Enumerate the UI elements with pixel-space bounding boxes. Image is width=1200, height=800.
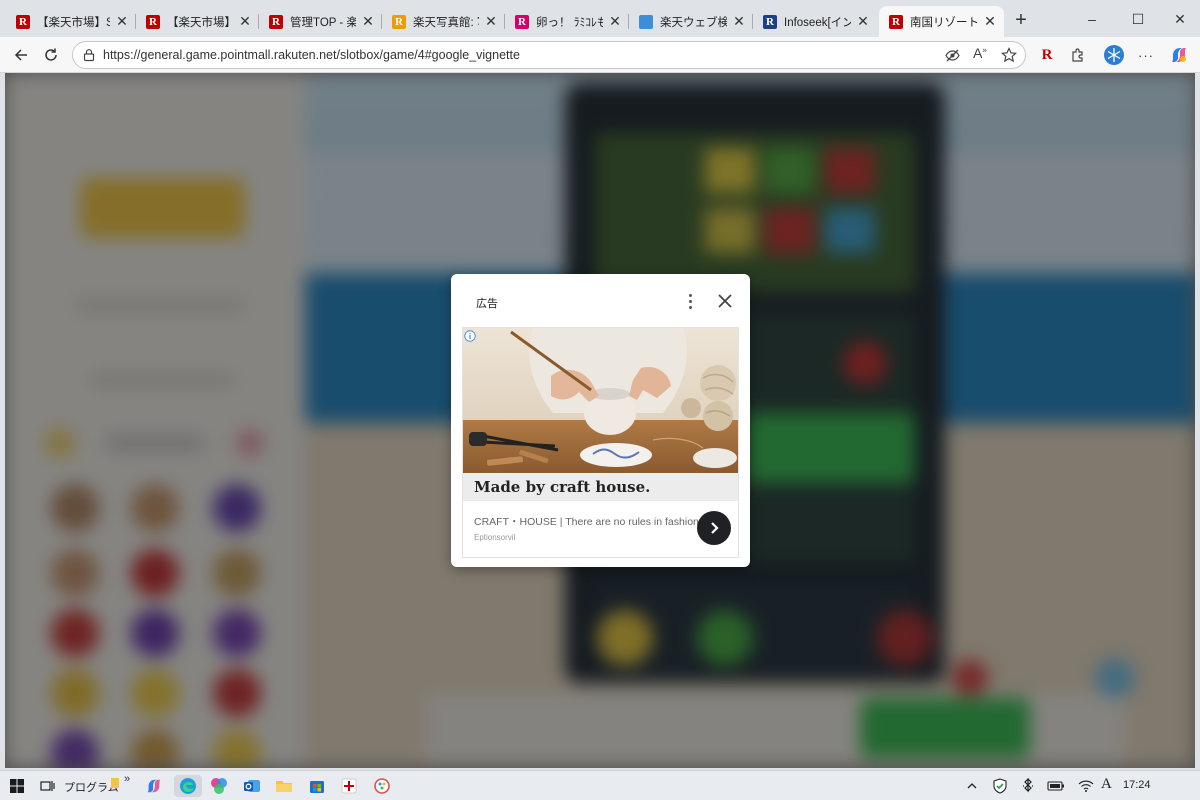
close-ad-button[interactable] — [715, 291, 735, 311]
browser-tab[interactable]: 楽天ウェブ検索 ✕ — [629, 6, 753, 37]
address-bar[interactable]: https://general.game.pointmall.rakuten.n… — [72, 41, 1026, 69]
tab-close-icon[interactable]: ✕ — [855, 13, 871, 30]
tab-close-icon[interactable]: ✕ — [360, 13, 376, 30]
url-text[interactable]: https://general.game.pointmall.rakuten.n… — [103, 48, 520, 62]
ad-body-text[interactable]: CRAFT・HOUSE | There are no rules in fash… — [474, 514, 699, 529]
security-icon[interactable] — [989, 775, 1011, 797]
tab-title: 楽天写真館: 写 — [413, 16, 479, 29]
edge-icon[interactable] — [174, 775, 202, 797]
browser-toolbar: https://general.game.pointmall.rakuten.n… — [0, 37, 1200, 73]
ime-indicator[interactable]: A — [1101, 776, 1112, 793]
color-app-icon[interactable] — [208, 775, 230, 797]
chevron-right-icon — [711, 522, 719, 534]
extensions-icon[interactable] — [1065, 43, 1091, 67]
wifi-icon[interactable] — [1075, 775, 1097, 797]
browser-tab[interactable]: R 【楽天市場】ペー ✕ — [136, 6, 259, 37]
craft-pottery-image[interactable] — [463, 328, 739, 473]
back-icon[interactable] — [8, 43, 34, 67]
read-aloud-icon[interactable]: A» — [973, 45, 987, 61]
tab-close-icon[interactable]: ✕ — [237, 13, 253, 30]
rakuten-favicon-icon: R — [889, 14, 903, 29]
copilot-icon[interactable] — [1166, 43, 1192, 67]
ad-source: Eptionsorvil — [474, 533, 516, 542]
tracking-prevention-icon[interactable] — [945, 48, 960, 68]
clock[interactable]: 17:24 — [1123, 779, 1151, 791]
browser-tab[interactable]: R Infoseek[インフ ✕ — [753, 6, 877, 37]
task-view-icon[interactable] — [36, 775, 58, 797]
close-icon — [718, 294, 732, 308]
rakuten-favicon-icon: R — [515, 14, 529, 29]
rakuten-photo-favicon-icon: R — [392, 14, 406, 29]
ad-headline-band: Made by craft house. — [463, 473, 738, 501]
tab-title: 【楽天市場】ペー — [167, 16, 233, 29]
ad-label: 広告 — [476, 298, 498, 310]
browser-tab[interactable]: R 楽天写真館: 写 ✕ — [382, 6, 505, 37]
rakuten-favicon-icon: R — [146, 14, 160, 29]
ad-headline[interactable]: Made by craft house. — [474, 478, 650, 496]
browser-tab[interactable]: R 卵っ！ ﾗﾐｺﾚもﾗ ✕ — [505, 6, 629, 37]
tab-title: 南国リゾートアニ — [910, 16, 978, 29]
paint-icon[interactable] — [371, 775, 393, 797]
taskbar: プログラム » A 17:24 — [0, 770, 1200, 800]
ad-dialog: 広告 Made by craft house. CRAFT・HOUSE | Th… — [451, 274, 750, 567]
bluetooth-icon[interactable] — [1017, 775, 1039, 797]
minimize-button[interactable]: – — [1072, 6, 1112, 32]
rakuten-extension-icon[interactable]: R — [1034, 43, 1060, 67]
site-info-icon[interactable] — [82, 48, 96, 67]
ad-options-icon[interactable] — [682, 291, 698, 311]
tab-title: 楽天ウェブ検索 — [660, 16, 727, 29]
folder-small-icon — [111, 775, 119, 793]
start-icon[interactable] — [6, 775, 28, 797]
chevron-up-icon[interactable] — [961, 775, 983, 797]
tab-title: 管理TOP - 楽天 — [290, 16, 356, 29]
tab-title: Infoseek[インフ — [784, 16, 851, 29]
maximize-button[interactable]: ☐ — [1118, 6, 1158, 32]
browser-tab[interactable]: R 【楽天市場】Shop ✕ — [6, 6, 136, 37]
file-explorer-icon[interactable] — [273, 775, 295, 797]
ad-creative[interactable]: Made by craft house. CRAFT・HOUSE | There… — [462, 327, 739, 558]
browser-tab[interactable]: R 管理TOP - 楽天 ✕ — [259, 6, 382, 37]
outlook-icon[interactable] — [241, 775, 263, 797]
copilot-icon[interactable] — [143, 775, 165, 797]
tab-close-icon[interactable]: ✕ — [114, 13, 130, 30]
web-search-favicon-icon — [639, 14, 653, 29]
tab-close-icon[interactable]: ✕ — [607, 13, 623, 30]
tab-title: 卵っ！ ﾗﾐｺﾚもﾗ — [536, 16, 603, 29]
browser-tab-active[interactable]: R 南国リゾートアニ ✕ — [879, 6, 1004, 37]
tab-title: 【楽天市場】Shop — [37, 16, 110, 29]
tab-close-icon[interactable]: ✕ — [731, 13, 747, 30]
infoseek-favicon-icon: R — [763, 14, 777, 29]
rakuten-app-icon[interactable] — [338, 775, 360, 797]
rakuten-favicon-icon: R — [269, 14, 283, 29]
battery-icon[interactable] — [1045, 775, 1067, 797]
rakuten-favicon-icon: R — [16, 14, 30, 29]
info-icon[interactable] — [464, 329, 476, 342]
tab-close-icon[interactable]: ✕ — [483, 13, 499, 30]
refresh-icon[interactable] — [38, 43, 64, 67]
tab-strip: R 【楽天市場】Shop ✕ R 【楽天市場】ペー ✕ R 管理TOP - 楽天… — [0, 0, 1200, 37]
more-icon[interactable]: ··· — [1133, 43, 1159, 67]
favorite-star-icon[interactable] — [1001, 47, 1017, 68]
profile-icon[interactable] — [1101, 43, 1127, 67]
close-window-button[interactable]: ✕ — [1160, 6, 1200, 32]
store-icon[interactable] — [306, 775, 328, 797]
ad-cta-button[interactable] — [697, 511, 731, 545]
new-tab-button[interactable]: + — [1010, 10, 1032, 30]
toolbar-overflow-icon[interactable]: » — [124, 773, 130, 785]
tab-close-icon[interactable]: ✕ — [982, 13, 998, 30]
